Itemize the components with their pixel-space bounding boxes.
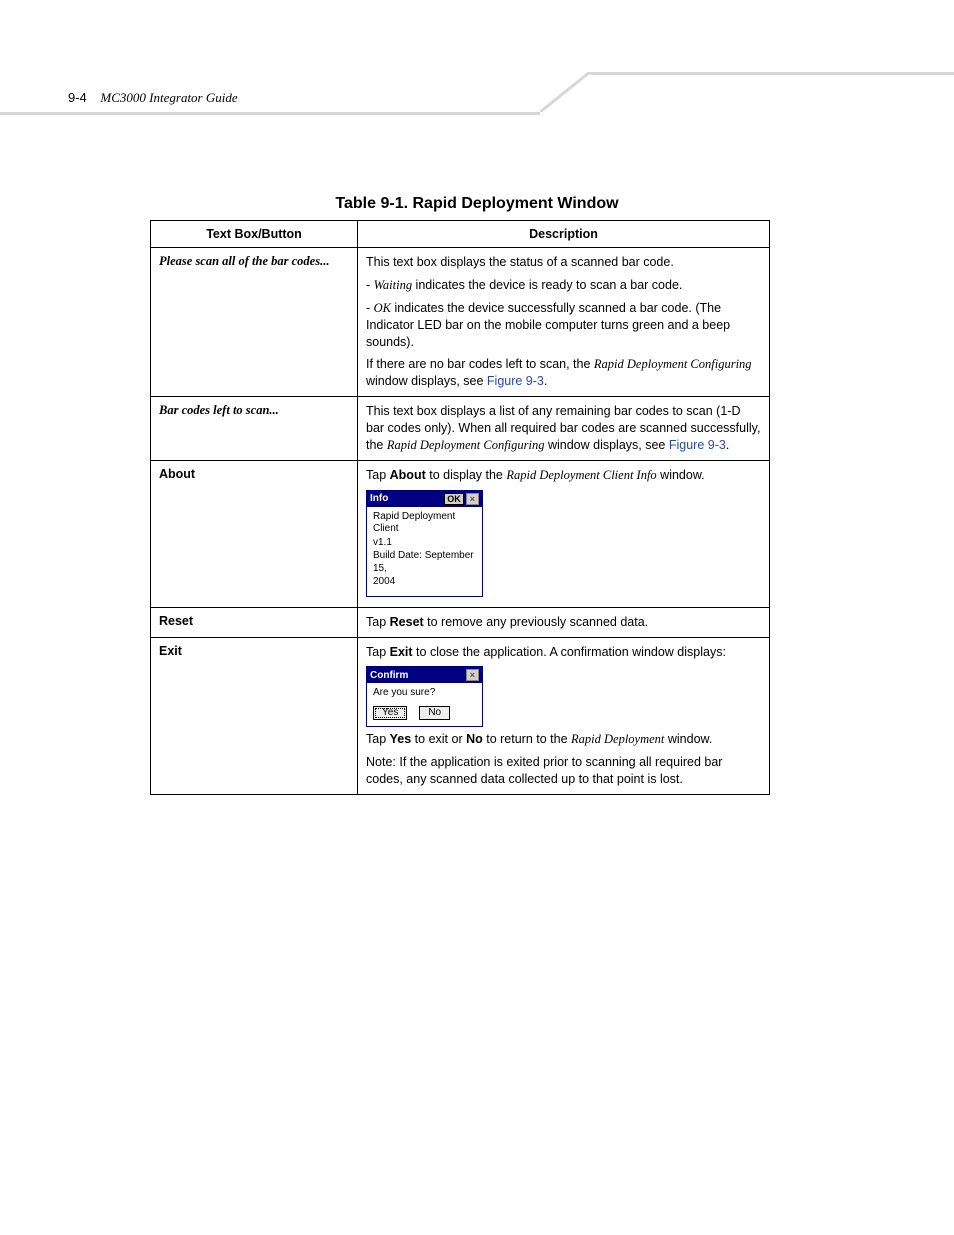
text: Tap Exit to close the application. A con… — [366, 644, 761, 661]
col-header-description: Description — [358, 221, 770, 248]
text: No — [466, 732, 483, 746]
confirm-dialog: Confirm × Are you sure? Yes No — [366, 666, 483, 727]
text: to display the — [426, 468, 507, 482]
row-label-barcodes-left: Bar codes left to scan... — [159, 403, 279, 417]
text: This text box displays a list of any rem… — [366, 403, 761, 454]
text: - — [366, 301, 374, 315]
text: Tap — [366, 645, 390, 659]
text: to return to the — [483, 732, 571, 746]
header-rule-diagonal — [540, 72, 590, 112]
text: Tap Yes to exit or No to return to the R… — [366, 731, 761, 748]
figure-link[interactable]: Figure 9-3 — [487, 374, 544, 388]
text: OK — [374, 301, 391, 315]
text: Tap — [366, 615, 390, 629]
text: Build Date: September 15, — [373, 550, 476, 575]
row-desc-please-scan: This text box displays the status of a s… — [358, 248, 770, 397]
text: window. — [664, 732, 712, 746]
confirm-dialog-titlebar: Confirm × — [367, 667, 482, 683]
table-row: Bar codes left to scan... This text box … — [151, 397, 770, 461]
info-dialog: Info OK × Rapid Deployment Client v1.1 B… — [366, 490, 483, 597]
row-desc-barcodes-left: This text box displays a list of any rem… — [358, 397, 770, 461]
info-dialog-titlebar: Info OK × — [367, 491, 482, 507]
text: indicates the device successfully scanne… — [366, 301, 730, 349]
text: 2004 — [373, 576, 476, 589]
rapid-deployment-table: Text Box/Button Description Please scan … — [150, 220, 770, 795]
text: Rapid Deployment Client — [373, 511, 476, 536]
text: to remove any previously scanned data. — [424, 615, 648, 629]
row-label-exit: Exit — [151, 637, 358, 795]
text: About — [390, 468, 426, 482]
yes-button[interactable]: Yes — [373, 706, 407, 721]
text: - — [366, 278, 374, 292]
doc-title: MC3000 Integrator Guide — [100, 90, 237, 105]
row-desc-about: Tap About to display the Rapid Deploymen… — [358, 460, 770, 607]
row-desc-reset: Tap Reset to remove any previously scann… — [358, 607, 770, 637]
page: 9-4 MC3000 Integrator Guide Table 9-1. R… — [0, 0, 954, 1235]
text: Waiting — [374, 278, 412, 292]
close-icon[interactable]: × — [466, 493, 479, 505]
text: If there are no bar codes left to scan, … — [366, 356, 761, 390]
row-desc-exit: Tap Exit to close the application. A con… — [358, 637, 770, 795]
text: window displays, see — [544, 438, 668, 452]
text: window displays, see — [366, 374, 487, 388]
text: Exit — [390, 645, 413, 659]
table-row: Reset Tap Reset to remove any previously… — [151, 607, 770, 637]
text: . — [726, 438, 729, 452]
text: Rapid Deployment Configuring — [594, 357, 752, 371]
text: Reset — [390, 615, 424, 629]
text: - Waiting indicates the device is ready … — [366, 277, 761, 294]
text: Rapid Deployment — [571, 732, 664, 746]
text: If there are no bar codes left to scan, … — [366, 357, 594, 371]
ok-button[interactable]: OK — [444, 493, 464, 505]
info-dialog-body: Rapid Deployment Client v1.1 Build Date:… — [367, 507, 482, 596]
page-number: 9-4 — [68, 90, 87, 105]
confirm-dialog-body: Are you sure? Yes No — [367, 683, 482, 726]
text: indicates the device is ready to scan a … — [412, 278, 682, 292]
table-row: Please scan all of the bar codes... This… — [151, 248, 770, 397]
text: v1.1 — [373, 537, 476, 550]
text: Rapid Deployment Configuring — [387, 438, 545, 452]
text: to close the application. A confirmation… — [413, 645, 726, 659]
text: Tap Reset to remove any previously scann… — [366, 614, 761, 631]
text: Tap About to display the Rapid Deploymen… — [366, 467, 761, 484]
confirm-dialog-title: Confirm — [370, 670, 408, 681]
no-button[interactable]: No — [419, 706, 450, 721]
page-header: 9-4 MC3000 Integrator Guide — [68, 90, 238, 106]
text: Rapid Deployment Client Info — [506, 468, 656, 482]
row-label-about: About — [151, 460, 358, 607]
table-header-row: Text Box/Button Description — [151, 221, 770, 248]
text: - OK indicates the device successfully s… — [366, 300, 761, 351]
text: window. — [657, 468, 705, 482]
figure-link[interactable]: Figure 9-3 — [669, 438, 726, 452]
text: This text box displays the status of a s… — [366, 254, 761, 271]
text: Tap — [366, 468, 390, 482]
row-label-reset: Reset — [151, 607, 358, 637]
text: Tap — [366, 732, 390, 746]
text: Note: If the application is exited prior… — [366, 754, 761, 788]
col-header-textbox: Text Box/Button — [151, 221, 358, 248]
table-row: Exit Tap Exit to close the application. … — [151, 637, 770, 795]
info-dialog-title: Info — [370, 493, 388, 504]
row-label-please-scan: Please scan all of the bar codes... — [159, 254, 329, 268]
text: to exit or — [411, 732, 466, 746]
text: Yes — [390, 732, 412, 746]
header-rule-right — [590, 32, 954, 75]
text: Are you sure? — [373, 687, 476, 700]
close-icon[interactable]: × — [466, 669, 479, 681]
table-row: About Tap About to display the Rapid Dep… — [151, 460, 770, 607]
table-caption: Table 9-1. Rapid Deployment Window — [0, 195, 954, 213]
text: . — [544, 374, 547, 388]
